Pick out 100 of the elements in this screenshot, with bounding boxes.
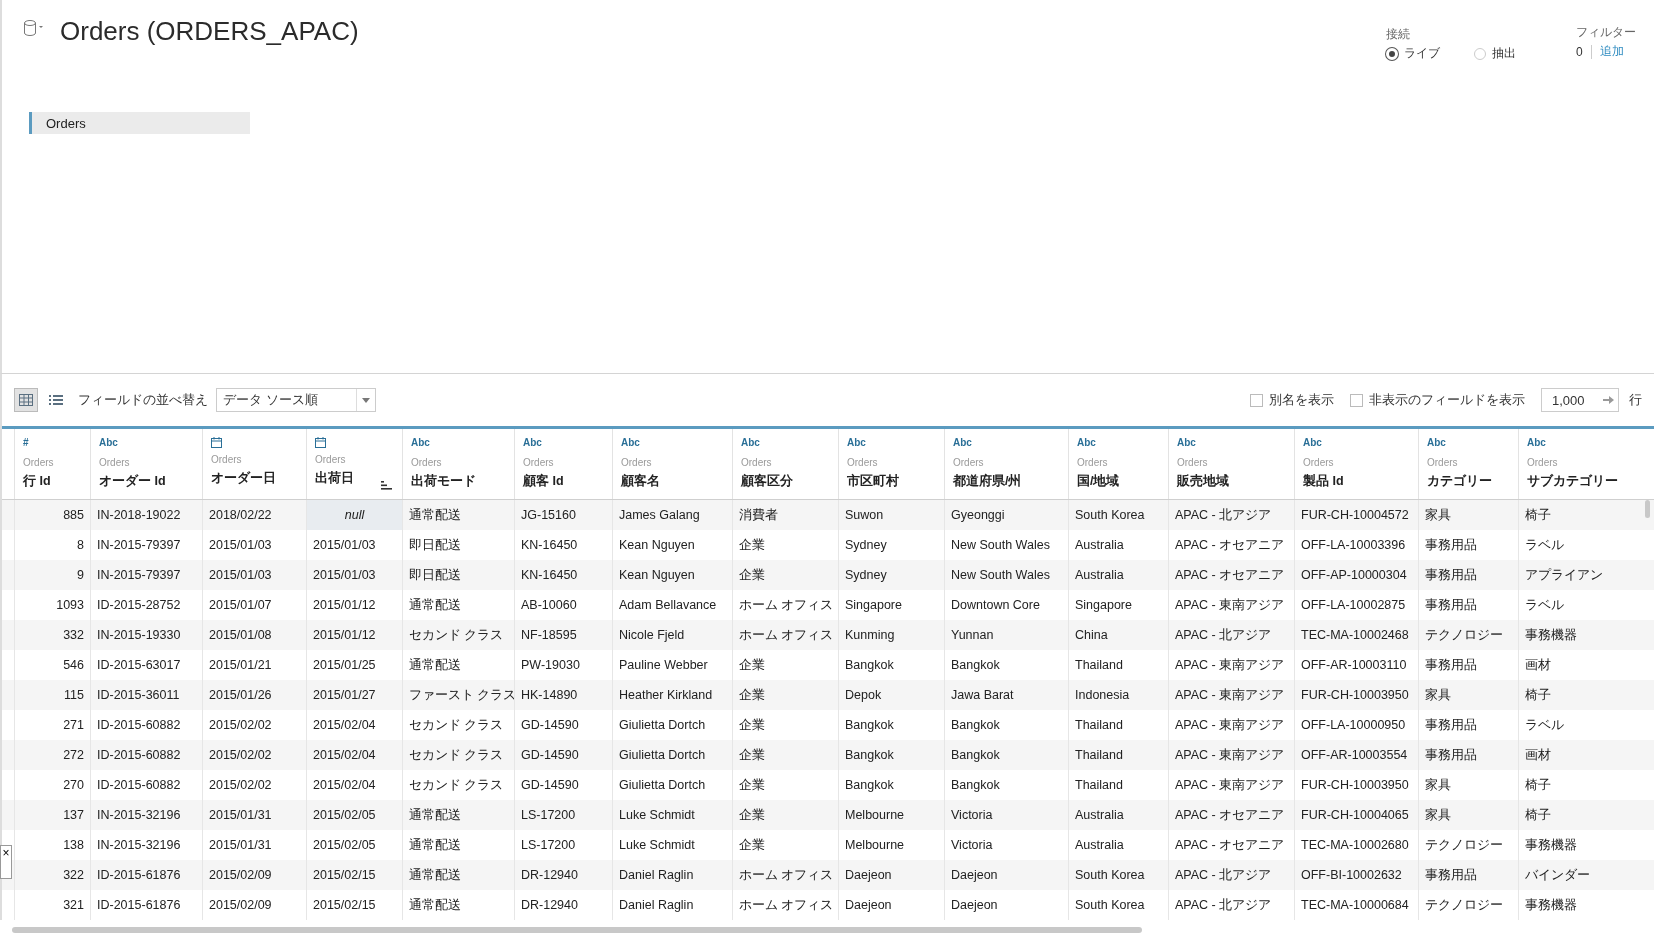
sort-dropdown[interactable]: データ ソース順 [216,388,376,412]
table-cell: null [306,500,402,530]
table-cell: 2015/01/26 [202,680,306,710]
number-type-label: # [23,437,30,450]
table-cell: ID-2015-61876 [90,860,202,890]
table-cell: China [1068,620,1168,650]
table-cell: Nicole Fjeld [612,620,732,650]
string-type-label: Abc [411,437,431,450]
string-type-label: Abc [621,437,641,450]
radio-label[interactable]: ライブ [1404,45,1440,62]
column-name[interactable]: オーダー日 [211,470,298,487]
table-cell: Australia [1068,560,1168,590]
table-cell: Depok [838,680,944,710]
string-type-label: Abc [523,437,543,450]
table-cell: APAC - 北アジア [1168,500,1294,530]
column-name[interactable]: カテゴリー [1427,473,1510,490]
column-source: Orders [23,457,55,468]
table-cell: IN-2015-32196 [90,800,202,830]
column-source: Orders [99,457,131,468]
caret-icon [362,397,370,403]
table-cell: APAC - オセアニア [1168,560,1294,590]
column-name[interactable]: 国/地域 [1077,473,1160,490]
column-name[interactable]: 行 Id [23,473,82,490]
table-cell: 137 [14,800,90,830]
table-cell: 事務機器 [1518,890,1654,920]
column-name[interactable]: 市区町村 [847,473,936,490]
arrow-icon[interactable] [1603,395,1614,405]
table-cell: FUR-CH-10003950 [1294,680,1418,710]
table-cell: APAC - 北アジア [1168,860,1294,890]
string-type-label: Abc [953,437,973,450]
radio-label[interactable]: 抽出 [1492,45,1516,62]
table-cell: APAC - 北アジア [1168,890,1294,920]
column-name[interactable]: 製品 Id [1303,473,1410,490]
column-name[interactable]: 販売地域 [1177,473,1286,490]
table-cell: ホーム オフィス [732,620,838,650]
table-cell: 通常配送 [402,800,514,830]
column-name[interactable]: 顧客区分 [741,473,830,490]
column-source: Orders [315,454,347,465]
table-cell: Yunnan [944,620,1068,650]
string-type-label: Abc [1077,437,1097,450]
table-cell: 322 [14,860,90,890]
column-name[interactable]: サブカテゴリー [1527,473,1646,490]
data-source-title: Orders (ORDERS_APAC) [60,16,359,47]
calendar-icon [211,437,222,448]
table-cell: 321 [14,890,90,920]
column-name[interactable]: 顧客 Id [523,473,604,490]
column-name[interactable]: オーダー Id [99,473,194,490]
column-name[interactable]: 顧客名 [621,473,724,490]
table-chip[interactable]: Orders [29,112,250,134]
table-cell: 通常配送 [402,890,514,920]
table-cell: 椅子 [1518,800,1654,830]
checkbox[interactable] [1250,393,1263,407]
table-cell: 事務機器 [1518,620,1654,650]
column-source: Orders [1527,457,1559,468]
table-cell: Australia [1068,800,1168,830]
table-cell: 消費者 [732,500,838,530]
table-cell: Jawa Barat [944,680,1068,710]
table-cell: TEC-MA-10002468 [1294,620,1418,650]
table-cell: Kean Nguyen [612,560,732,590]
table-cell: 画材 [1518,740,1654,770]
checkbox-label[interactable]: 非表示のフィールドを表示 [1369,391,1525,409]
column-name[interactable]: 都道府県/州 [953,473,1060,490]
table-cell: 2015/02/05 [306,800,402,830]
table-cell: Thailand [1068,740,1168,770]
column-source: Orders [741,457,773,468]
table-cell: 885 [14,500,90,530]
table-cell: 企業 [732,680,838,710]
database-icon[interactable] [24,20,44,36]
column-name[interactable]: 出荷日 [315,470,394,487]
table-cell: Sydney [838,560,944,590]
table-cell: APAC - 東南アジア [1168,740,1294,770]
grid-view-button[interactable] [14,388,38,412]
scrollbar-thumb[interactable] [12,927,1142,933]
table-cell: James Galang [612,500,732,530]
scrollbar-thumb[interactable] [1645,500,1650,518]
table-cell: HK-14890 [514,680,612,710]
column-source: Orders [621,457,653,468]
table-cell: 332 [14,620,90,650]
table-cell: テクノロジー [1418,890,1518,920]
sort-icon[interactable] [381,481,392,490]
checkbox[interactable] [1350,393,1363,407]
table-cell: OFF-AR-10003554 [1294,740,1418,770]
row-count-field[interactable]: 1,000 [1541,388,1619,412]
table-cell: バインダー [1518,860,1654,890]
table-cell: ファースト クラス [402,680,514,710]
close-button[interactable]: × [0,845,12,879]
checkbox-label[interactable]: 別名を表示 [1269,391,1334,409]
column-source: Orders [953,457,985,468]
column-source: Orders [1427,457,1459,468]
table-cell: 椅子 [1518,680,1654,710]
add-filter-link[interactable]: 追加 [1599,43,1624,60]
table-cell: 9 [14,560,90,590]
table-cell: TEC-MA-10000684 [1294,890,1418,920]
table-cell: Daejeon [838,890,944,920]
table-cell: Victoria [944,800,1068,830]
table-cell: LS-17200 [514,800,612,830]
column-name[interactable]: 出荷モード [411,473,506,490]
table-cell: IN-2015-19330 [90,620,202,650]
radio-button[interactable] [1474,47,1486,60]
table-cell: Daejeon [944,860,1068,890]
